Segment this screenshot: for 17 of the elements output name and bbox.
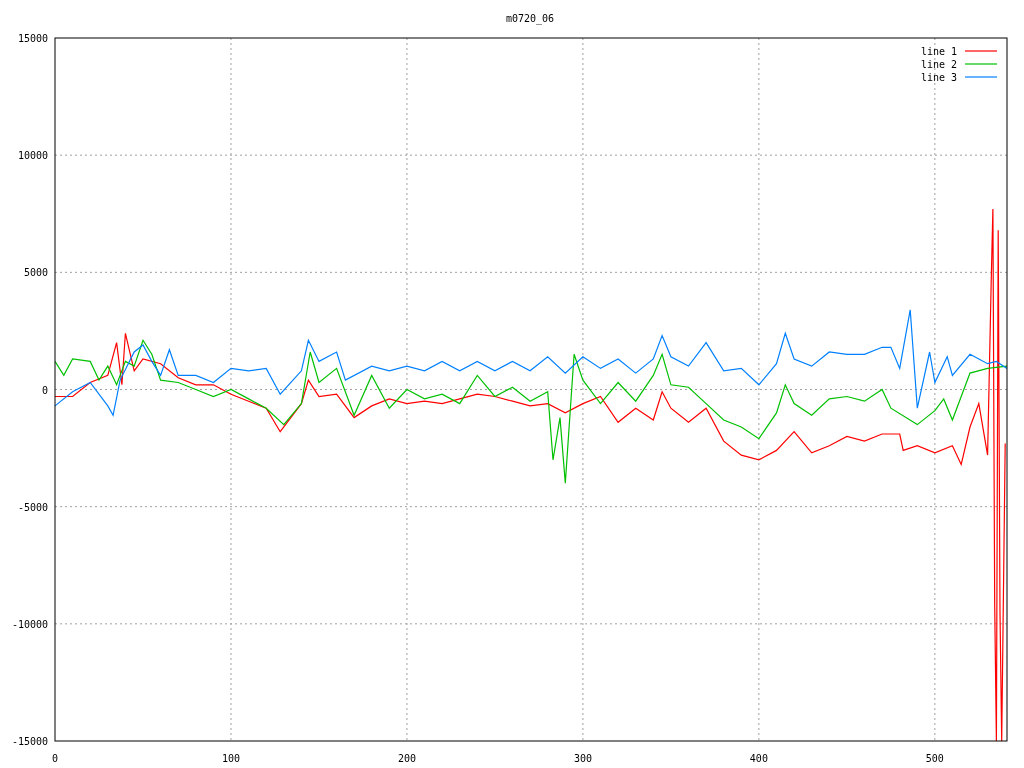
- y-tick-label: 15000: [17, 33, 48, 44]
- y-tick-label: 10000: [17, 150, 48, 162]
- x-tick-label: 500: [925, 753, 944, 764]
- y-tick-label: 5000: [23, 267, 48, 279]
- x-tick-label: 400: [749, 753, 768, 764]
- legend-label: line 2: [920, 59, 957, 70]
- x-tick-label: 300: [573, 753, 592, 764]
- legend-label: line 3: [920, 72, 957, 83]
- x-tick-label: 200: [397, 753, 416, 764]
- y-tick-label: 0: [41, 384, 48, 396]
- y-tick-label: -10000: [11, 618, 48, 630]
- y-tick-label: -5000: [17, 501, 48, 513]
- chart-title: m0720_06: [505, 13, 555, 24]
- x-tick-label: 100: [221, 753, 240, 764]
- legend-label: line 1: [920, 46, 957, 57]
- y-tick-label: -15000: [11, 736, 48, 747]
- x-tick-label: 0: [52, 753, 58, 764]
